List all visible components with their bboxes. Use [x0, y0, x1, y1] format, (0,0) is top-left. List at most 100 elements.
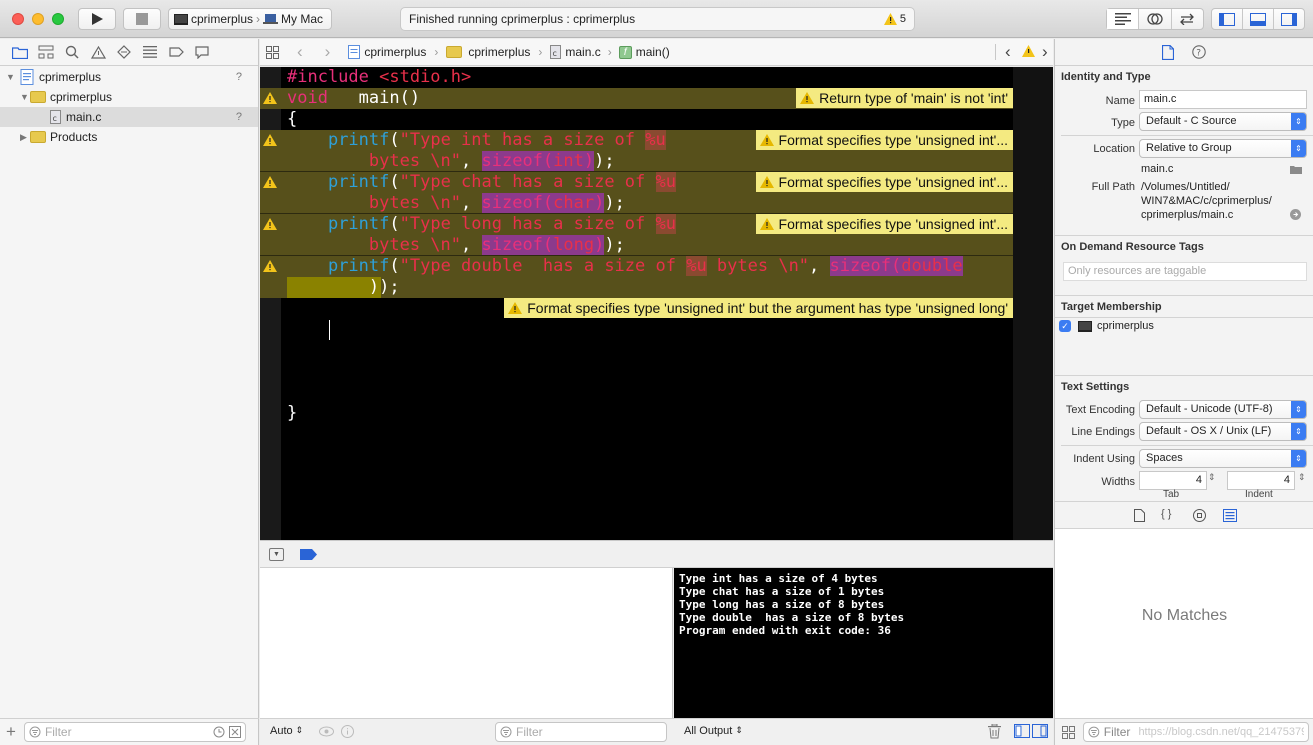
warning-icon[interactable]: [263, 260, 277, 272]
crumb-function[interactable]: main(): [636, 45, 670, 59]
warning-icon[interactable]: [263, 218, 277, 230]
issue-navigator-tab[interactable]: [88, 43, 108, 61]
code-token: "Type chat has a size of: [399, 172, 656, 192]
symbol-navigator-tab[interactable]: [36, 43, 56, 61]
breakpoints-toggle-icon[interactable]: [300, 549, 317, 560]
source-editor[interactable]: #include <stdio.h> void main() { printf(…: [260, 67, 1053, 540]
help-icon[interactable]: ?: [1192, 45, 1206, 59]
encoding-popup[interactable]: Default - Unicode (UTF-8) ⇕: [1139, 400, 1307, 419]
report-navigator-tab[interactable]: [192, 43, 212, 61]
target-checkbox[interactable]: ✓: [1059, 320, 1071, 332]
recent-files-icon[interactable]: [213, 726, 225, 738]
file-template-icon[interactable]: [1134, 509, 1145, 522]
minimize-window-button[interactable]: [32, 13, 44, 25]
forward-arrow-icon[interactable]: ›: [325, 42, 331, 62]
add-icon[interactable]: +: [6, 722, 16, 742]
eye-icon[interactable]: [319, 726, 334, 737]
indent-width-stepper[interactable]: ⇕: [1298, 472, 1306, 483]
choose-folder-icon[interactable]: [1290, 165, 1302, 174]
warning-message[interactable]: Format specifies type 'unsigned int'...: [755, 172, 1013, 192]
warning-icon[interactable]: [263, 134, 277, 146]
field-label: Indent Using: [1073, 453, 1135, 465]
disclosure-open-icon[interactable]: ▼: [20, 92, 30, 102]
crumb-project[interactable]: cprimerplus: [364, 45, 426, 59]
scm-filter-icon[interactable]: [228, 726, 241, 738]
run-button[interactable]: [78, 8, 116, 30]
location-popup[interactable]: Relative to Group ⇕: [1139, 139, 1307, 158]
tree-item-main-c[interactable]: c main.c ?: [0, 107, 258, 127]
warning-outline-icon: [90, 45, 106, 59]
assistant-editor-button[interactable]: [1139, 9, 1172, 29]
tree-item-products[interactable]: ▶ Products: [0, 127, 258, 147]
scheme-selector[interactable]: cprimerplus › My Mac: [168, 8, 332, 30]
standard-editor-button[interactable]: [1107, 9, 1140, 29]
console-output[interactable]: Type int has a size of 4 bytes Type chat …: [674, 568, 1053, 718]
filter-placeholder: Filter: [44, 725, 72, 739]
test-navigator-tab[interactable]: [114, 43, 134, 61]
indent-width-field[interactable]: 4: [1227, 471, 1295, 490]
disclosure-open-icon[interactable]: ▼: [6, 72, 16, 82]
breakpoint-navigator-tab[interactable]: [166, 43, 186, 61]
variables-scope-popup[interactable]: Auto ⇕: [270, 725, 303, 737]
type-popup[interactable]: Default - C Source ⇕: [1139, 112, 1307, 131]
debug-navigator-tab[interactable]: [140, 43, 160, 61]
code-line: bytes \n", sizeof(long));: [368, 235, 625, 255]
next-issue-icon[interactable]: ›: [1042, 42, 1048, 62]
toggle-inspector-button[interactable]: [1274, 9, 1304, 29]
library-filter[interactable]: Filter https://blog.csdn.net/qq_21475379: [1083, 722, 1309, 742]
warning-counter[interactable]: 5: [883, 13, 906, 25]
navigator-filter[interactable]: Filter: [23, 722, 246, 742]
tree-item-group[interactable]: ▼ cprimerplus: [0, 87, 258, 107]
tree-item-project[interactable]: ▼ cprimerplus ?: [0, 67, 258, 87]
split-left-icon[interactable]: [1014, 724, 1030, 738]
warning-message[interactable]: Format specifies type 'unsigned int' but…: [504, 298, 1013, 318]
version-editor-button[interactable]: [1172, 9, 1203, 29]
zoom-window-button[interactable]: [52, 13, 64, 25]
console-line: Type long has a size of 8 bytes: [679, 598, 885, 611]
crumb-group[interactable]: cprimerplus: [468, 45, 530, 59]
file-inspector-icon[interactable]: [1162, 45, 1174, 60]
indent-using-popup[interactable]: Spaces ⇕: [1139, 449, 1307, 468]
code-line: {: [287, 109, 298, 129]
crumb-file[interactable]: main.c: [565, 45, 600, 59]
trash-icon[interactable]: [988, 724, 1001, 739]
editor-minimap[interactable]: [1013, 67, 1053, 540]
warning-icon[interactable]: [1022, 45, 1035, 60]
stop-button[interactable]: [123, 8, 161, 30]
disclosure-closed-icon[interactable]: ▶: [20, 132, 30, 143]
tab-width-stepper[interactable]: ⇕: [1208, 472, 1216, 483]
editor-mode-control[interactable]: [1106, 8, 1204, 30]
prev-issue-icon[interactable]: ‹: [1005, 42, 1011, 62]
toggle-debug-button[interactable]: [1243, 9, 1274, 29]
project-navigator-tab[interactable]: [10, 43, 30, 61]
warning-icon[interactable]: [263, 176, 277, 188]
back-arrow-icon[interactable]: ‹: [297, 42, 303, 62]
media-library-icon[interactable]: [1223, 509, 1237, 522]
code-snippet-icon[interactable]: { }: [1161, 508, 1171, 520]
toggle-navigator-button[interactable]: [1212, 9, 1243, 29]
grid-view-icon[interactable]: [1062, 726, 1075, 739]
view-toggle-control[interactable]: [1211, 8, 1305, 30]
warning-message[interactable]: Format specifies type 'unsigned int'...: [755, 130, 1013, 150]
hide-debug-area-button[interactable]: ▼: [269, 548, 284, 561]
find-navigator-tab[interactable]: [62, 43, 82, 61]
resource-tags-field[interactable]: Only resources are taggable: [1063, 262, 1307, 281]
warning-message[interactable]: Format specifies type 'unsigned int'...: [755, 214, 1013, 234]
variables-view[interactable]: [260, 568, 673, 718]
output-filter-popup[interactable]: All Output ⇕: [684, 725, 743, 737]
object-library-icon[interactable]: [1193, 509, 1206, 522]
split-right-icon[interactable]: [1032, 724, 1048, 738]
reveal-in-finder-icon[interactable]: [1290, 209, 1301, 220]
variables-filter[interactable]: Filter: [495, 722, 667, 742]
chevron-right-icon: ›: [256, 12, 261, 26]
code-token: "Type int has a size of: [399, 130, 646, 150]
name-field[interactable]: main.c: [1139, 90, 1307, 109]
warning-message[interactable]: Return type of 'main' is not 'int': [796, 88, 1013, 108]
line-endings-popup[interactable]: Default - OS X / Unix (LF) ⇕: [1139, 422, 1307, 441]
diamond-icon: [117, 45, 131, 59]
warning-icon[interactable]: [263, 92, 277, 104]
tab-width-field[interactable]: 4: [1139, 471, 1207, 490]
related-items-icon[interactable]: [266, 45, 279, 59]
info-icon[interactable]: [341, 725, 354, 738]
close-window-button[interactable]: [12, 13, 24, 25]
